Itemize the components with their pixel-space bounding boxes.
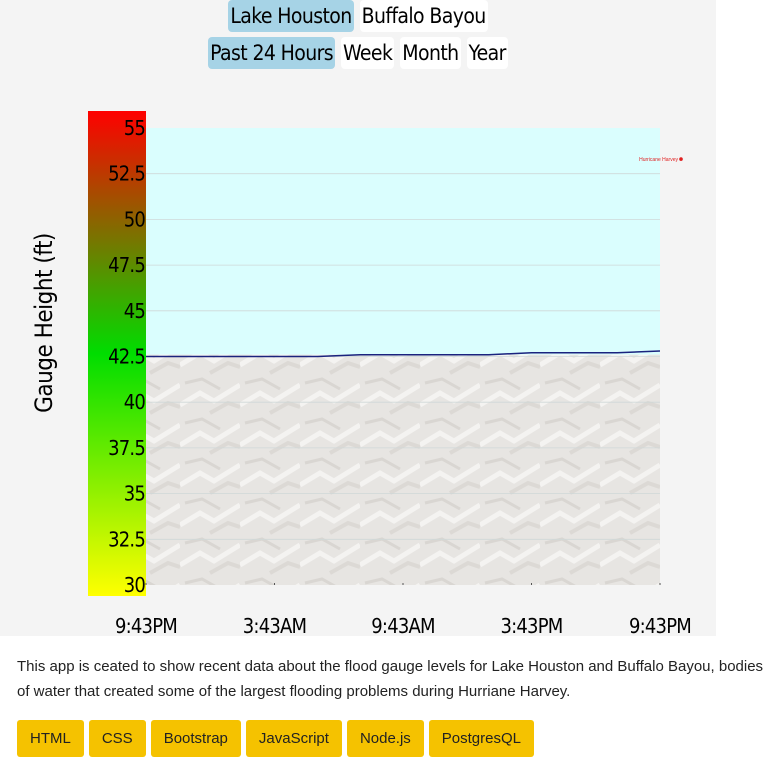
y-tick-label: 50: [124, 207, 146, 231]
y-tick-label: 32.5: [108, 527, 145, 551]
x-tick-label: 9:43AM: [371, 614, 434, 636]
location-lake-houston[interactable]: Lake Houston: [228, 0, 354, 32]
badge-css[interactable]: CSS: [88, 720, 146, 757]
range-month[interactable]: Month: [400, 37, 461, 69]
badge-html[interactable]: HTML: [17, 720, 84, 757]
y-tick-label: 47.5: [108, 253, 145, 277]
y-tick-label: 40: [124, 390, 146, 414]
x-tick-label: 3:43AM: [243, 614, 306, 636]
y-tick-label: 35: [124, 482, 145, 506]
x-axis-ticks: 9:43PM 3:43AM 9:43AM 3:43PM 9:43PM: [115, 583, 692, 636]
time-range-selector: Past 24 Hours Week Month Year: [0, 37, 716, 69]
water-area: [146, 128, 660, 355]
y-axis-label: Gauge Height (ft): [30, 233, 58, 413]
hurricane-harvey-label: Hurricane Harvey: [639, 157, 678, 163]
tech-badges: HTML CSS Bootstrap JavaScript Node.js Po…: [17, 720, 535, 757]
y-tick-label: 30: [124, 573, 146, 597]
y-tick-label: 52.5: [108, 162, 145, 186]
range-week[interactable]: Week: [341, 37, 395, 69]
app-description: This app is ceated to show recent data a…: [17, 658, 764, 700]
gauge-height-chart: 30 32.5 35 37.5 40 42.5 45 47.5 50 52.5 55 9:43PM 3…: [30, 111, 692, 636]
y-tick-label: 55: [124, 116, 145, 140]
hurricane-harvey-marker: [679, 157, 683, 161]
chart-panel: Lake Houston Buffalo Bayou Past 24 Hours…: [0, 0, 716, 636]
x-tick-label: 9:43PM: [115, 614, 177, 636]
y-tick-label: 42.5: [108, 345, 145, 369]
location-selector: Lake Houston Buffalo Bayou: [0, 0, 716, 32]
range-year[interactable]: Year: [466, 37, 508, 69]
y-tick-label: 37.5: [108, 436, 145, 460]
badge-bootstrap[interactable]: Bootstrap: [150, 720, 241, 757]
location-buffalo-bayou[interactable]: Buffalo Bayou: [359, 0, 488, 32]
badge-nodejs[interactable]: Node.js: [346, 720, 424, 757]
y-tick-label: 45: [124, 299, 145, 323]
x-tick-label: 9:43PM: [629, 614, 691, 636]
badge-javascript[interactable]: JavaScript: [245, 720, 342, 757]
range-past-24-hours[interactable]: Past 24 Hours: [208, 37, 336, 69]
terrain-area: [146, 354, 660, 585]
x-tick-label: 3:43PM: [501, 614, 563, 636]
badge-postgresql[interactable]: PostgresQL: [428, 720, 535, 757]
